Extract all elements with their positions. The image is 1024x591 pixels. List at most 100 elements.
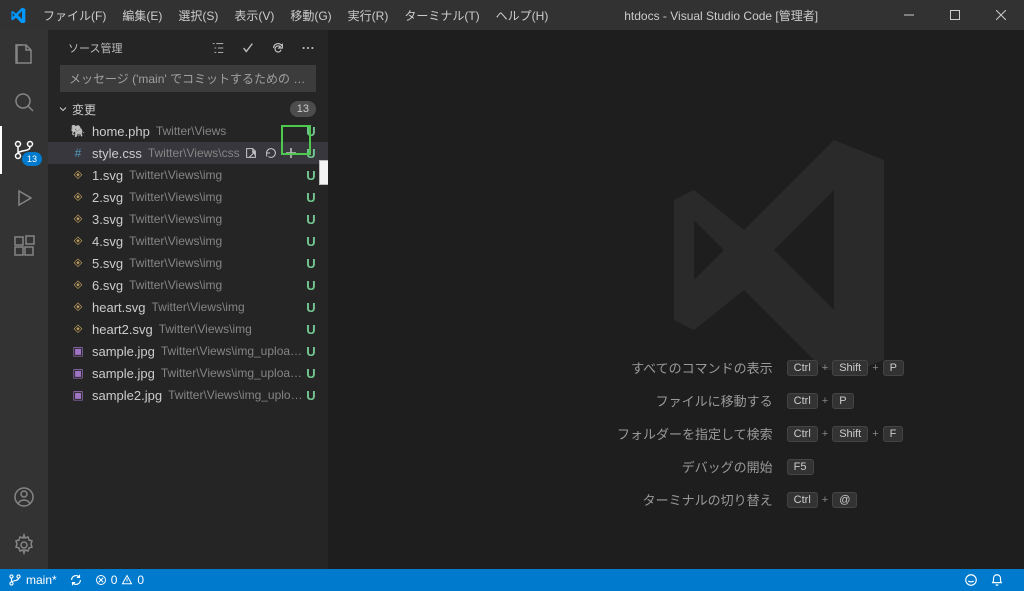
activity-accounts[interactable] — [0, 473, 48, 521]
welcome-keys: F5 — [787, 459, 814, 475]
editor-area: すべてのコマンドの表示Ctrl+Shift+Pファイルに移動するCtrl+Pフォ… — [328, 30, 1024, 569]
key: F — [883, 426, 904, 442]
key: Shift — [832, 426, 868, 442]
file-row[interactable]: 🞚4.svgTwitter\Views\imgU — [48, 230, 328, 252]
file-row[interactable]: ▣sample.jpgTwitter\Views\img_uploaded\tw… — [48, 340, 328, 362]
file-path: Twitter\Views\img — [129, 212, 304, 226]
file-name: 5.svg — [92, 256, 123, 271]
welcome-desc: ターミナルの切り替え — [593, 490, 773, 509]
welcome-row: ファイルに移動するCtrl+P — [593, 391, 904, 410]
file-status: U — [304, 124, 318, 139]
file-name: heart2.svg — [92, 322, 153, 337]
activity-settings[interactable] — [0, 521, 48, 569]
refresh-icon[interactable] — [270, 41, 286, 55]
window-controls — [886, 0, 1024, 30]
file-status: U — [304, 146, 318, 161]
menu-item[interactable]: ファイル(F) — [35, 0, 114, 30]
file-row[interactable]: 🞚heart.svgTwitter\Views\imgU — [48, 296, 328, 318]
key: Ctrl — [787, 393, 818, 409]
file-status: U — [304, 366, 318, 381]
chevron-down-icon — [56, 103, 70, 115]
file-name: heart.svg — [92, 300, 145, 315]
activity-source-control[interactable]: 13 — [0, 126, 48, 174]
file-path: Twitter\Views\img — [129, 190, 304, 204]
activity-search[interactable] — [0, 78, 48, 126]
close-button[interactable] — [978, 0, 1024, 30]
changes-label: 変更 — [70, 101, 290, 118]
file-path: Twitter\Views\img — [129, 168, 304, 182]
welcome-desc: デバッグの開始 — [593, 457, 773, 476]
file-path: Twitter\Views\img — [129, 256, 304, 270]
status-bell[interactable] — [990, 573, 1004, 587]
welcome-keys: Ctrl+Shift+F — [787, 426, 904, 442]
menu-item[interactable]: ターミナル(T) — [396, 0, 487, 30]
file-name: sample.jpg — [92, 366, 155, 381]
welcome-desc: ファイルに移動する — [593, 391, 773, 410]
file-row[interactable]: 🞚heart2.svgTwitter\Views\imgU — [48, 318, 328, 340]
file-status: U — [304, 190, 318, 205]
file-row[interactable]: 🞚2.svgTwitter\Views\imgU — [48, 186, 328, 208]
welcome-keys: Ctrl+@ — [787, 492, 858, 508]
maximize-button[interactable] — [932, 0, 978, 30]
view-as-tree-icon[interactable] — [210, 41, 226, 55]
menu-item[interactable]: 表示(V) — [226, 0, 282, 30]
file-name: 1.svg — [92, 168, 123, 183]
menu-item[interactable]: 選択(S) — [170, 0, 226, 30]
window-title: htdocs - Visual Studio Code [管理者] — [556, 7, 886, 24]
file-status: U — [304, 388, 318, 403]
changes-count: 13 — [290, 101, 316, 117]
file-name: sample2.jpg — [92, 388, 162, 403]
discard-changes-icon[interactable] — [262, 144, 280, 162]
file-row[interactable]: 🞚5.svgTwitter\Views\imgU — [48, 252, 328, 274]
menu-item[interactable]: ヘルプ(H) — [488, 0, 557, 30]
file-path: Twitter\Views\img — [151, 300, 304, 314]
stage-changes-icon[interactable] — [282, 144, 300, 162]
file-row[interactable]: 🞚1.svgTwitter\Views\imgU — [48, 164, 328, 186]
menu-bar: ファイル(F)編集(E)選択(S)表示(V)移動(G)実行(R)ターミナル(T)… — [35, 0, 556, 30]
welcome-row: フォルダーを指定して検索 Ctrl+Shift+F — [593, 424, 904, 443]
welcome-row: デバッグの開始 F5 — [593, 457, 904, 476]
more-actions-icon[interactable] — [300, 41, 316, 55]
file-row[interactable]: ▣sample.jpgTwitter\Views\img_uploaded\us… — [48, 362, 328, 384]
status-branch[interactable]: main* — [8, 573, 57, 587]
file-row[interactable]: #style.cssTwitter\Views\cssU — [48, 142, 328, 164]
welcome-desc: すべてのコマンドの表示 — [593, 358, 773, 377]
activity-run-debug[interactable] — [0, 174, 48, 222]
file-row[interactable]: ▣sample2.jpgTwitter\Views\img_uploaded\u… — [48, 384, 328, 406]
commit-message-input[interactable]: メッセージ ('main' でコミットするための Ctrl+... — [60, 65, 316, 92]
file-name: 4.svg — [92, 234, 123, 249]
file-path: Twitter\Views\img — [129, 278, 304, 292]
file-name: sample.jpg — [92, 344, 155, 359]
activity-extensions[interactable] — [0, 222, 48, 270]
scm-header: ソース管理 — [48, 30, 328, 65]
file-name: 2.svg — [92, 190, 123, 205]
welcome-desc: フォルダーを指定して検索 — [593, 424, 773, 443]
changes-file-list: 🐘home.phpTwitter\ViewsU#style.cssTwitter… — [48, 120, 328, 406]
status-problems[interactable]: 0 0 — [95, 573, 144, 587]
file-path: Twitter\Views — [156, 124, 304, 138]
minimize-button[interactable] — [886, 0, 932, 30]
open-file-icon[interactable] — [242, 144, 260, 162]
activity-explorer[interactable] — [0, 30, 48, 78]
key: Ctrl — [787, 426, 818, 442]
file-row[interactable]: 🐘home.phpTwitter\ViewsU — [48, 120, 328, 142]
status-sync[interactable] — [69, 573, 83, 587]
file-status: U — [304, 278, 318, 293]
key: Shift — [832, 360, 868, 376]
menu-item[interactable]: 編集(E) — [114, 0, 170, 30]
source-control-panel: ソース管理 メッセージ ('main' でコミットするための Ctrl+... … — [48, 30, 328, 569]
file-status: U — [304, 322, 318, 337]
changes-section-header[interactable]: 変更 13 — [48, 98, 328, 120]
menu-item[interactable]: 実行(R) — [340, 0, 397, 30]
menu-item[interactable]: 移動(G) — [282, 0, 339, 30]
status-feedback[interactable] — [964, 573, 978, 587]
file-row[interactable]: 🞚3.svgTwitter\Views\imgU — [48, 208, 328, 230]
activity-bar: 13 — [0, 30, 48, 569]
file-name: 6.svg — [92, 278, 123, 293]
commit-icon[interactable] — [240, 41, 256, 55]
key: Ctrl — [787, 492, 818, 508]
file-row[interactable]: 🞚6.svgTwitter\Views\imgU — [48, 274, 328, 296]
file-path: Twitter\Views\img_uploaded\user — [161, 366, 304, 380]
key: F5 — [787, 459, 814, 475]
key: P — [832, 393, 853, 409]
